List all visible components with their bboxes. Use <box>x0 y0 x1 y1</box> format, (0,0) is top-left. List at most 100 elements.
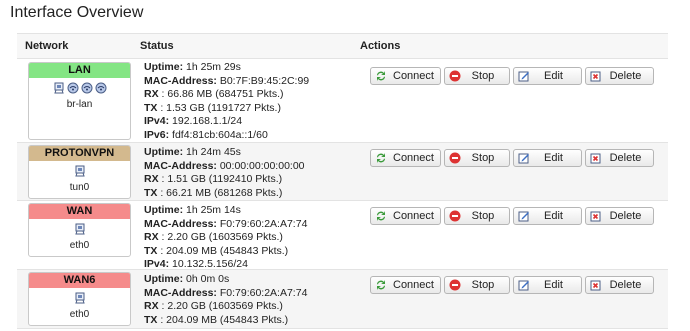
network-name: WAN <box>29 204 130 219</box>
edit-icon <box>518 279 530 291</box>
connect-label: Connect <box>393 70 434 82</box>
connect-button[interactable]: Connect <box>370 276 441 294</box>
network-badge: PROTONVPN tun0 <box>28 145 131 199</box>
status-label: TX <box>144 313 158 326</box>
reconnect-icon <box>375 210 387 222</box>
status-line: TX : 204.09 MB (454843 Pkts.) <box>144 245 307 259</box>
edit-label: Edit <box>544 70 563 82</box>
header-status: Status <box>140 40 174 52</box>
status-line: IPv4: 192.168.1.1/24 <box>144 115 309 129</box>
network-device-info: tun0 <box>29 161 130 193</box>
table-row: WAN6 eth0 Uptime: 0h 0m 0s MAC-Address: F0:… <box>17 270 668 329</box>
table-header: Network Status Actions <box>17 33 668 59</box>
status-value: 1h 24m 45s <box>186 146 241 158</box>
edit-icon <box>518 210 530 222</box>
network-device-info: eth0 <box>29 288 130 320</box>
connect-button[interactable]: Connect <box>370 67 441 85</box>
status-value: 0h 0m 0s <box>186 273 230 285</box>
status-line: Uptime: 1h 24m 45s <box>144 146 305 160</box>
stop-label: Stop <box>471 70 495 82</box>
delete-button[interactable]: Delete <box>585 276 654 294</box>
network-name: PROTONVPN <box>29 146 130 161</box>
interface-table: Network Status Actions LAN br-lan Uptime: … <box>17 33 668 329</box>
connect-label: Connect <box>393 152 434 164</box>
status-block: Uptime: 1h 25m 29s MAC-Address: B0:7F:B9:… <box>144 61 309 143</box>
status-label: IPv4: <box>144 115 170 128</box>
header-network: Network <box>25 40 69 52</box>
ethernet-port-icon <box>53 82 65 98</box>
stop-label: Stop <box>471 279 495 291</box>
stop-label: Stop <box>471 210 495 222</box>
status-value: : 2.20 GB (1603569 Pkts.) <box>161 231 283 244</box>
wifi-icon <box>81 82 93 98</box>
edit-button[interactable]: Edit <box>513 67 582 85</box>
status-line: RX : 66.86 MB (684751 Pkts.) <box>144 88 309 102</box>
status-label: TX <box>144 101 158 114</box>
status-line: MAC-Address: F0:79:60:2A:A7:74 <box>144 218 307 232</box>
edit-icon <box>518 70 530 82</box>
status-value: : 1.51 GB (1192410 Pkts.) <box>161 173 283 186</box>
status-line: RX : 1.51 GB (1192410 Pkts.) <box>144 173 305 187</box>
connect-label: Connect <box>393 210 434 222</box>
network-device-info: br-lan <box>29 78 130 110</box>
delete-label: Delete <box>609 279 642 291</box>
stop-button[interactable]: Stop <box>444 276 510 294</box>
network-device-info: eth0 <box>29 219 130 251</box>
device-icons <box>29 292 130 307</box>
connect-button[interactable]: Connect <box>370 149 441 167</box>
edit-button[interactable]: Edit <box>513 149 582 167</box>
status-block: Uptime: 0h 0m 0s MAC-Address: F0:79:60:2A… <box>144 273 307 327</box>
delete-icon <box>590 152 602 164</box>
page-title: Interface Overview <box>10 4 144 21</box>
delete-icon <box>590 70 602 82</box>
edit-button[interactable]: Edit <box>513 207 582 225</box>
status-value: : 66.86 MB (684751 Pkts.) <box>161 88 284 101</box>
status-value: 10.132.5.156/24 <box>172 258 248 271</box>
status-label: MAC-Address: <box>144 74 217 87</box>
delete-button[interactable]: Delete <box>585 207 654 225</box>
device-name: br-lan <box>66 99 93 110</box>
delete-button[interactable]: Delete <box>585 149 654 167</box>
status-block: Uptime: 1h 25m 14s MAC-Address: F0:79:60:… <box>144 204 307 272</box>
stop-button[interactable]: Stop <box>444 67 510 85</box>
delete-button[interactable]: Delete <box>585 67 654 85</box>
status-label: RX <box>144 231 159 244</box>
delete-icon <box>590 210 602 222</box>
device-name: eth0 <box>69 309 90 320</box>
status-value: : 2.20 GB (1603569 Pkts.) <box>161 300 283 313</box>
status-value: : 66.21 MB (681268 Pkts.) <box>160 186 283 199</box>
network-badge: WAN eth0 <box>28 203 131 257</box>
status-block: Uptime: 1h 24m 45s MAC-Address: 00:00:00:… <box>144 146 305 200</box>
status-value: fdf4:81cb:604a::1/60 <box>172 128 268 141</box>
stop-button[interactable]: Stop <box>444 207 510 225</box>
table-row: LAN br-lan Uptime: 1h 25m 29s MAC-Address: … <box>17 58 668 143</box>
connect-button[interactable]: Connect <box>370 207 441 225</box>
status-label: MAC-Address: <box>144 286 217 299</box>
network-badge: WAN6 eth0 <box>28 272 131 326</box>
status-line: Uptime: 1h 25m 14s <box>144 204 307 218</box>
device-name: eth0 <box>69 240 90 251</box>
edit-button[interactable]: Edit <box>513 276 582 294</box>
network-badge: LAN br-lan <box>28 62 131 140</box>
status-value: : 204.09 MB (454843 Pkts.) <box>160 244 289 257</box>
stop-icon <box>449 210 461 222</box>
status-label: Uptime: <box>144 146 184 158</box>
ethernet-port-icon <box>74 223 86 239</box>
status-line: Uptime: 1h 25m 29s <box>144 61 309 75</box>
status-value: B0:7F:B9:45:2C:99 <box>219 74 310 87</box>
status-label: Uptime: <box>144 273 184 285</box>
status-label: Uptime: <box>144 204 184 216</box>
reconnect-icon <box>375 152 387 164</box>
stop-icon <box>449 279 461 291</box>
action-buttons: Connect Stop Edit Delete <box>370 207 657 225</box>
status-value: : 1.53 GB (1191727 Pkts.) <box>160 101 281 114</box>
status-label: TX <box>144 186 158 199</box>
delete-icon <box>590 279 602 291</box>
table-row: WAN eth0 Uptime: 1h 25m 14s MAC-Address: F0… <box>17 201 668 270</box>
status-value: 192.168.1.1/24 <box>172 115 243 128</box>
connect-label: Connect <box>393 279 434 291</box>
action-buttons: Connect Stop Edit Delete <box>370 149 657 167</box>
device-icons <box>29 82 130 98</box>
action-buttons: Connect Stop Edit Delete <box>370 276 657 294</box>
stop-button[interactable]: Stop <box>444 149 510 167</box>
